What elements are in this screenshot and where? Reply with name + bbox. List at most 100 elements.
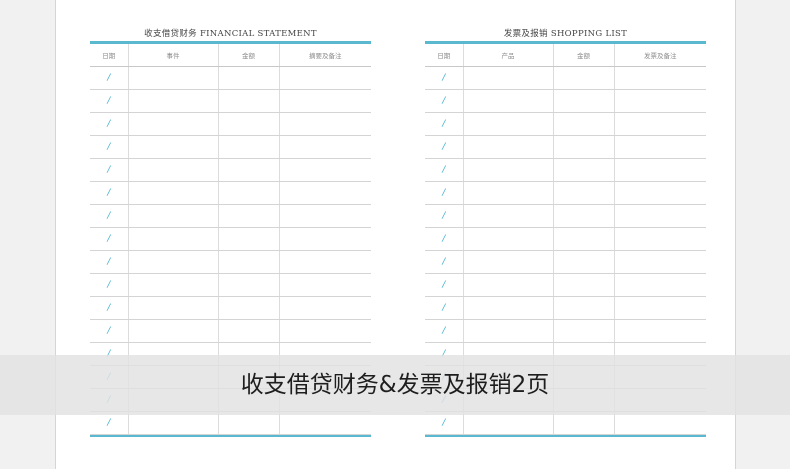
notes-cell[interactable] xyxy=(279,181,371,205)
notes-cell[interactable] xyxy=(279,227,371,251)
amount-cell[interactable] xyxy=(218,158,280,182)
date-cell[interactable]: / xyxy=(425,158,464,182)
amount-cell[interactable] xyxy=(553,89,615,113)
notes-cell[interactable] xyxy=(279,273,371,297)
entry-cell[interactable] xyxy=(463,204,554,228)
entry-cell[interactable] xyxy=(463,273,554,297)
table-row: / xyxy=(425,250,706,274)
notes-cell[interactable] xyxy=(614,181,706,205)
notes-cell[interactable] xyxy=(614,273,706,297)
table-header-row: 日期 产品 金额 发票及备注 xyxy=(425,44,706,67)
notes-cell[interactable] xyxy=(614,89,706,113)
date-cell[interactable]: / xyxy=(425,319,464,343)
entry-cell[interactable] xyxy=(128,250,219,274)
amount-cell[interactable] xyxy=(553,296,615,320)
entry-cell[interactable] xyxy=(463,227,554,251)
amount-cell[interactable] xyxy=(218,319,280,343)
date-cell[interactable]: / xyxy=(425,250,464,274)
date-cell[interactable]: / xyxy=(425,227,464,251)
notes-cell[interactable] xyxy=(279,158,371,182)
entry-cell[interactable] xyxy=(128,112,219,136)
notes-cell[interactable] xyxy=(279,319,371,343)
notes-cell[interactable] xyxy=(279,135,371,159)
date-cell[interactable]: / xyxy=(90,296,129,320)
notes-cell[interactable] xyxy=(614,296,706,320)
date-cell[interactable]: / xyxy=(425,181,464,205)
table-row: / xyxy=(425,227,706,251)
date-cell[interactable]: / xyxy=(425,112,464,136)
entry-cell[interactable] xyxy=(128,227,219,251)
notes-cell[interactable] xyxy=(279,296,371,320)
entry-cell[interactable] xyxy=(463,66,554,90)
entry-cell[interactable] xyxy=(128,181,219,205)
entry-cell[interactable] xyxy=(128,158,219,182)
amount-cell[interactable] xyxy=(218,181,280,205)
date-cell[interactable]: / xyxy=(90,204,129,228)
notes-cell[interactable] xyxy=(614,66,706,90)
notes-cell[interactable] xyxy=(614,204,706,228)
amount-cell[interactable] xyxy=(553,204,615,228)
entry-cell[interactable] xyxy=(463,158,554,182)
entry-cell[interactable] xyxy=(128,89,219,113)
amount-cell[interactable] xyxy=(218,112,280,136)
amount-cell[interactable] xyxy=(553,158,615,182)
notes-cell[interactable] xyxy=(614,250,706,274)
amount-cell[interactable] xyxy=(218,273,280,297)
date-cell[interactable]: / xyxy=(90,135,129,159)
entry-cell[interactable] xyxy=(128,135,219,159)
entry-cell[interactable] xyxy=(463,296,554,320)
date-cell[interactable]: / xyxy=(90,89,129,113)
entry-cell[interactable] xyxy=(128,319,219,343)
date-cell[interactable]: / xyxy=(425,296,464,320)
notes-cell[interactable] xyxy=(279,66,371,90)
date-cell[interactable]: / xyxy=(425,273,464,297)
amount-cell[interactable] xyxy=(218,204,280,228)
entry-cell[interactable] xyxy=(463,89,554,113)
amount-cell[interactable] xyxy=(553,319,615,343)
entry-cell[interactable] xyxy=(463,135,554,159)
entry-cell[interactable] xyxy=(128,296,219,320)
notes-cell[interactable] xyxy=(614,227,706,251)
notes-cell[interactable] xyxy=(279,89,371,113)
date-cell[interactable]: / xyxy=(425,66,464,90)
date-cell[interactable]: / xyxy=(90,112,129,136)
entry-cell[interactable] xyxy=(463,250,554,274)
date-cell[interactable]: / xyxy=(90,158,129,182)
notes-cell[interactable] xyxy=(614,135,706,159)
amount-cell[interactable] xyxy=(218,66,280,90)
notes-cell[interactable] xyxy=(614,158,706,182)
notes-cell[interactable] xyxy=(614,319,706,343)
date-cell[interactable]: / xyxy=(90,273,129,297)
amount-cell[interactable] xyxy=(218,250,280,274)
entry-cell[interactable] xyxy=(128,204,219,228)
amount-cell[interactable] xyxy=(553,250,615,274)
notes-cell[interactable] xyxy=(279,250,371,274)
entry-cell[interactable] xyxy=(463,112,554,136)
notes-cell[interactable] xyxy=(279,204,371,228)
entry-cell[interactable] xyxy=(463,181,554,205)
date-cell[interactable]: / xyxy=(90,319,129,343)
notes-cell[interactable] xyxy=(279,112,371,136)
amount-cell[interactable] xyxy=(553,66,615,90)
amount-cell[interactable] xyxy=(218,227,280,251)
amount-cell[interactable] xyxy=(553,273,615,297)
date-cell[interactable]: / xyxy=(90,181,129,205)
table-row: / xyxy=(425,204,706,228)
entry-cell[interactable] xyxy=(128,273,219,297)
date-cell[interactable]: / xyxy=(425,204,464,228)
amount-cell[interactable] xyxy=(553,227,615,251)
date-cell[interactable]: / xyxy=(425,135,464,159)
date-cell[interactable]: / xyxy=(90,227,129,251)
date-cell[interactable]: / xyxy=(425,89,464,113)
amount-cell[interactable] xyxy=(218,296,280,320)
amount-cell[interactable] xyxy=(553,112,615,136)
date-cell[interactable]: / xyxy=(90,66,129,90)
amount-cell[interactable] xyxy=(218,89,280,113)
amount-cell[interactable] xyxy=(553,181,615,205)
amount-cell[interactable] xyxy=(553,135,615,159)
entry-cell[interactable] xyxy=(128,66,219,90)
amount-cell[interactable] xyxy=(218,135,280,159)
notes-cell[interactable] xyxy=(614,112,706,136)
date-cell[interactable]: / xyxy=(90,250,129,274)
entry-cell[interactable] xyxy=(463,319,554,343)
